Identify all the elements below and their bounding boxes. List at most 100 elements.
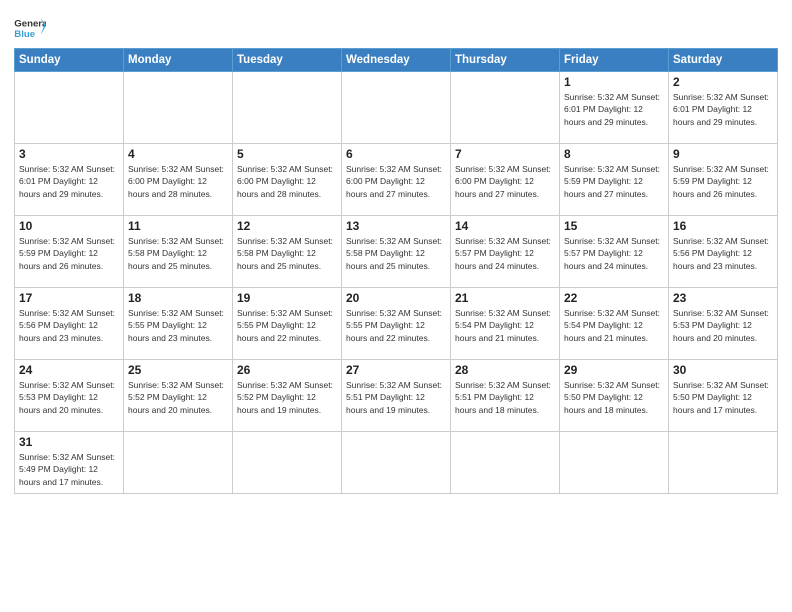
day-number: 13 [346,219,446,233]
header-section: General Blue [14,10,778,42]
calendar-cell: 25Sunrise: 5:32 AM Sunset: 5:52 PM Dayli… [124,360,233,432]
calendar-body: 1 Sunrise: 5:32 AM Sunset: 6:01 PM Daylig… [15,72,778,494]
day-number: 28 [455,363,555,377]
day-info: Sunrise: 5:32 AM Sunset: 5:49 PM Dayligh… [19,451,119,488]
day-info: Sunrise: 5:32 AM Sunset: 5:59 PM Dayligh… [564,163,664,200]
calendar-cell: 5Sunrise: 5:32 AM Sunset: 6:00 PM Daylig… [233,144,342,216]
logo-area: General Blue [14,14,46,42]
calendar-cell: 21 Sunrise: 5:32 AM Sunset: 5:54 PM Dayli… [451,288,560,360]
calendar-cell: 17 Sunrise: 5:32 AM Sunset: 5:56 PM Dayli… [15,288,124,360]
day-info: Sunrise: 5:32 AM Sunset: 5:55 PM Dayligh… [346,307,446,344]
weekday-header-wednesday: Wednesday [342,49,451,72]
week-row: 24 Sunrise: 5:32 AM Sunset: 5:53 PM Dayli… [15,360,778,432]
week-row: 17 Sunrise: 5:32 AM Sunset: 5:56 PM Dayli… [15,288,778,360]
day-info: Sunrise: 5:32 AM Sunset: 5:56 PM Dayligh… [19,307,119,344]
day-number: 1 [564,75,664,89]
calendar-cell: 13 Sunrise: 5:32 AM Sunset: 5:58 PM Dayli… [342,216,451,288]
day-info: Sunrise: 5:32 AM Sunset: 5:50 PM Dayligh… [564,379,664,416]
week-row: 3Sunrise: 5:32 AM Sunset: 6:01 PM Daylig… [15,144,778,216]
day-info: Sunrise: 5:32 AM Sunset: 6:00 PM Dayligh… [455,163,555,200]
day-number: 8 [564,147,664,161]
calendar-cell: 10Sunrise: 5:32 AM Sunset: 5:59 PM Dayli… [15,216,124,288]
day-info: Sunrise: 5:32 AM Sunset: 5:53 PM Dayligh… [19,379,119,416]
weekday-header-friday: Friday [560,49,669,72]
day-number: 27 [346,363,446,377]
page: General Blue SundayMondayTuesdayWednesda… [0,0,792,612]
day-info: Sunrise: 5:32 AM Sunset: 5:59 PM Dayligh… [19,235,119,272]
calendar-cell: 24 Sunrise: 5:32 AM Sunset: 5:53 PM Dayli… [15,360,124,432]
calendar-cell: 31 Sunrise: 5:32 AM Sunset: 5:49 PM Dayli… [15,432,124,494]
day-info: Sunrise: 5:32 AM Sunset: 5:50 PM Dayligh… [673,379,773,416]
calendar-cell: 26 Sunrise: 5:32 AM Sunset: 5:52 PM Dayli… [233,360,342,432]
calendar-cell: 6Sunrise: 5:32 AM Sunset: 6:00 PM Daylig… [342,144,451,216]
calendar-cell: 27Sunrise: 5:32 AM Sunset: 5:51 PM Dayli… [342,360,451,432]
day-number: 24 [19,363,119,377]
calendar-cell: 23Sunrise: 5:32 AM Sunset: 5:53 PM Dayli… [669,288,778,360]
day-number: 2 [673,75,773,89]
day-number: 19 [237,291,337,305]
calendar-cell: 14 Sunrise: 5:32 AM Sunset: 5:57 PM Dayli… [451,216,560,288]
calendar-cell: 1 Sunrise: 5:32 AM Sunset: 6:01 PM Daylig… [560,72,669,144]
day-info: Sunrise: 5:32 AM Sunset: 5:57 PM Dayligh… [564,235,664,272]
day-info: Sunrise: 5:32 AM Sunset: 5:54 PM Dayligh… [455,307,555,344]
calendar-cell: 28 Sunrise: 5:32 AM Sunset: 5:51 PM Dayli… [451,360,560,432]
calendar-cell: 20 Sunrise: 5:32 AM Sunset: 5:55 PM Dayli… [342,288,451,360]
day-number: 7 [455,147,555,161]
calendar-cell: 30Sunrise: 5:32 AM Sunset: 5:50 PM Dayli… [669,360,778,432]
day-number: 11 [128,219,228,233]
week-row: 10Sunrise: 5:32 AM Sunset: 5:59 PM Dayli… [15,216,778,288]
day-number: 18 [128,291,228,305]
day-info: Sunrise: 5:32 AM Sunset: 5:52 PM Dayligh… [237,379,337,416]
day-info: Sunrise: 5:32 AM Sunset: 5:58 PM Dayligh… [346,235,446,272]
day-number: 9 [673,147,773,161]
day-info: Sunrise: 5:32 AM Sunset: 6:01 PM Dayligh… [673,91,773,128]
calendar-cell: 9Sunrise: 5:32 AM Sunset: 5:59 PM Daylig… [669,144,778,216]
day-number: 31 [19,435,119,449]
weekday-header-sunday: Sunday [15,49,124,72]
day-info: Sunrise: 5:32 AM Sunset: 5:55 PM Dayligh… [237,307,337,344]
weekday-header-row: SundayMondayTuesdayWednesdayThursdayFrid… [15,49,778,72]
calendar-cell: 15 Sunrise: 5:32 AM Sunset: 5:57 PM Dayli… [560,216,669,288]
calendar-cell [233,432,342,494]
day-number: 23 [673,291,773,305]
day-info: Sunrise: 5:32 AM Sunset: 5:54 PM Dayligh… [564,307,664,344]
day-number: 26 [237,363,337,377]
day-info: Sunrise: 5:32 AM Sunset: 6:00 PM Dayligh… [128,163,228,200]
day-number: 12 [237,219,337,233]
week-row: 1 Sunrise: 5:32 AM Sunset: 6:01 PM Daylig… [15,72,778,144]
day-number: 20 [346,291,446,305]
calendar-cell: 4 Sunrise: 5:32 AM Sunset: 6:00 PM Daylig… [124,144,233,216]
weekday-header-thursday: Thursday [451,49,560,72]
weekday-header-saturday: Saturday [669,49,778,72]
calendar-cell [124,432,233,494]
calendar-cell [15,72,124,144]
calendar-cell [451,432,560,494]
day-info: Sunrise: 5:32 AM Sunset: 5:56 PM Dayligh… [673,235,773,272]
calendar-cell: 18 Sunrise: 5:32 AM Sunset: 5:55 PM Dayli… [124,288,233,360]
calendar-cell [451,72,560,144]
day-number: 4 [128,147,228,161]
day-number: 16 [673,219,773,233]
day-info: Sunrise: 5:32 AM Sunset: 5:55 PM Dayligh… [128,307,228,344]
calendar-cell: 29Sunrise: 5:32 AM Sunset: 5:50 PM Dayli… [560,360,669,432]
generalblue-logo-icon: General Blue [14,14,46,42]
day-info: Sunrise: 5:32 AM Sunset: 6:01 PM Dayligh… [564,91,664,128]
calendar-header: SundayMondayTuesdayWednesdayThursdayFrid… [15,49,778,72]
day-number: 17 [19,291,119,305]
day-number: 5 [237,147,337,161]
calendar-cell [560,432,669,494]
calendar-cell: 7 Sunrise: 5:32 AM Sunset: 6:00 PM Daylig… [451,144,560,216]
day-number: 21 [455,291,555,305]
day-info: Sunrise: 5:32 AM Sunset: 5:58 PM Dayligh… [128,235,228,272]
calendar-cell [233,72,342,144]
day-number: 15 [564,219,664,233]
calendar-table: SundayMondayTuesdayWednesdayThursdayFrid… [14,48,778,494]
day-info: Sunrise: 5:32 AM Sunset: 5:51 PM Dayligh… [455,379,555,416]
day-info: Sunrise: 5:32 AM Sunset: 5:57 PM Dayligh… [455,235,555,272]
calendar-cell [669,432,778,494]
day-number: 14 [455,219,555,233]
day-number: 3 [19,147,119,161]
weekday-header-monday: Monday [124,49,233,72]
calendar-cell: 19 Sunrise: 5:32 AM Sunset: 5:55 PM Dayli… [233,288,342,360]
calendar-cell [342,432,451,494]
